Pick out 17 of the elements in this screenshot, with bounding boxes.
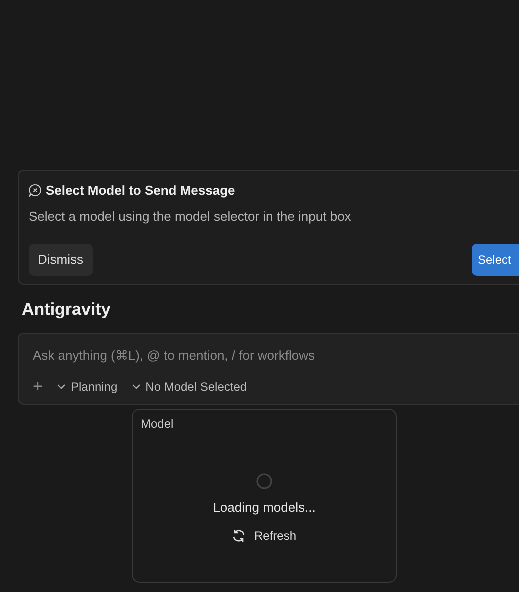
chat-input-field[interactable]: Ask anything (⌘L), @ to mention, / for workflows + Planning No Model Selected bbox=[18, 332, 519, 404]
error-bubble-icon bbox=[29, 184, 42, 198]
loading-spinner-icon bbox=[256, 472, 273, 490]
dismiss-button[interactable]: Dismiss bbox=[29, 244, 92, 276]
select-button[interactable]: Select bbox=[472, 244, 519, 276]
chevron-down-icon bbox=[56, 384, 66, 390]
mode-dropdown[interactable]: Planning bbox=[56, 378, 118, 396]
notification-title: Select Model to Send Message bbox=[46, 182, 236, 200]
chevron-down-icon bbox=[132, 384, 141, 390]
popup-title: Model bbox=[141, 416, 175, 432]
add-button[interactable]: + bbox=[33, 378, 43, 395]
model-dropdown[interactable]: No Model Selected bbox=[132, 378, 248, 396]
loading-text: Loading models... bbox=[213, 498, 316, 517]
notification-message: Select a model using the model selector in the input box bbox=[29, 208, 352, 226]
refresh-button[interactable]: Refresh bbox=[230, 525, 299, 547]
app-title: Antigravity bbox=[22, 299, 112, 321]
refresh-icon bbox=[232, 529, 246, 543]
